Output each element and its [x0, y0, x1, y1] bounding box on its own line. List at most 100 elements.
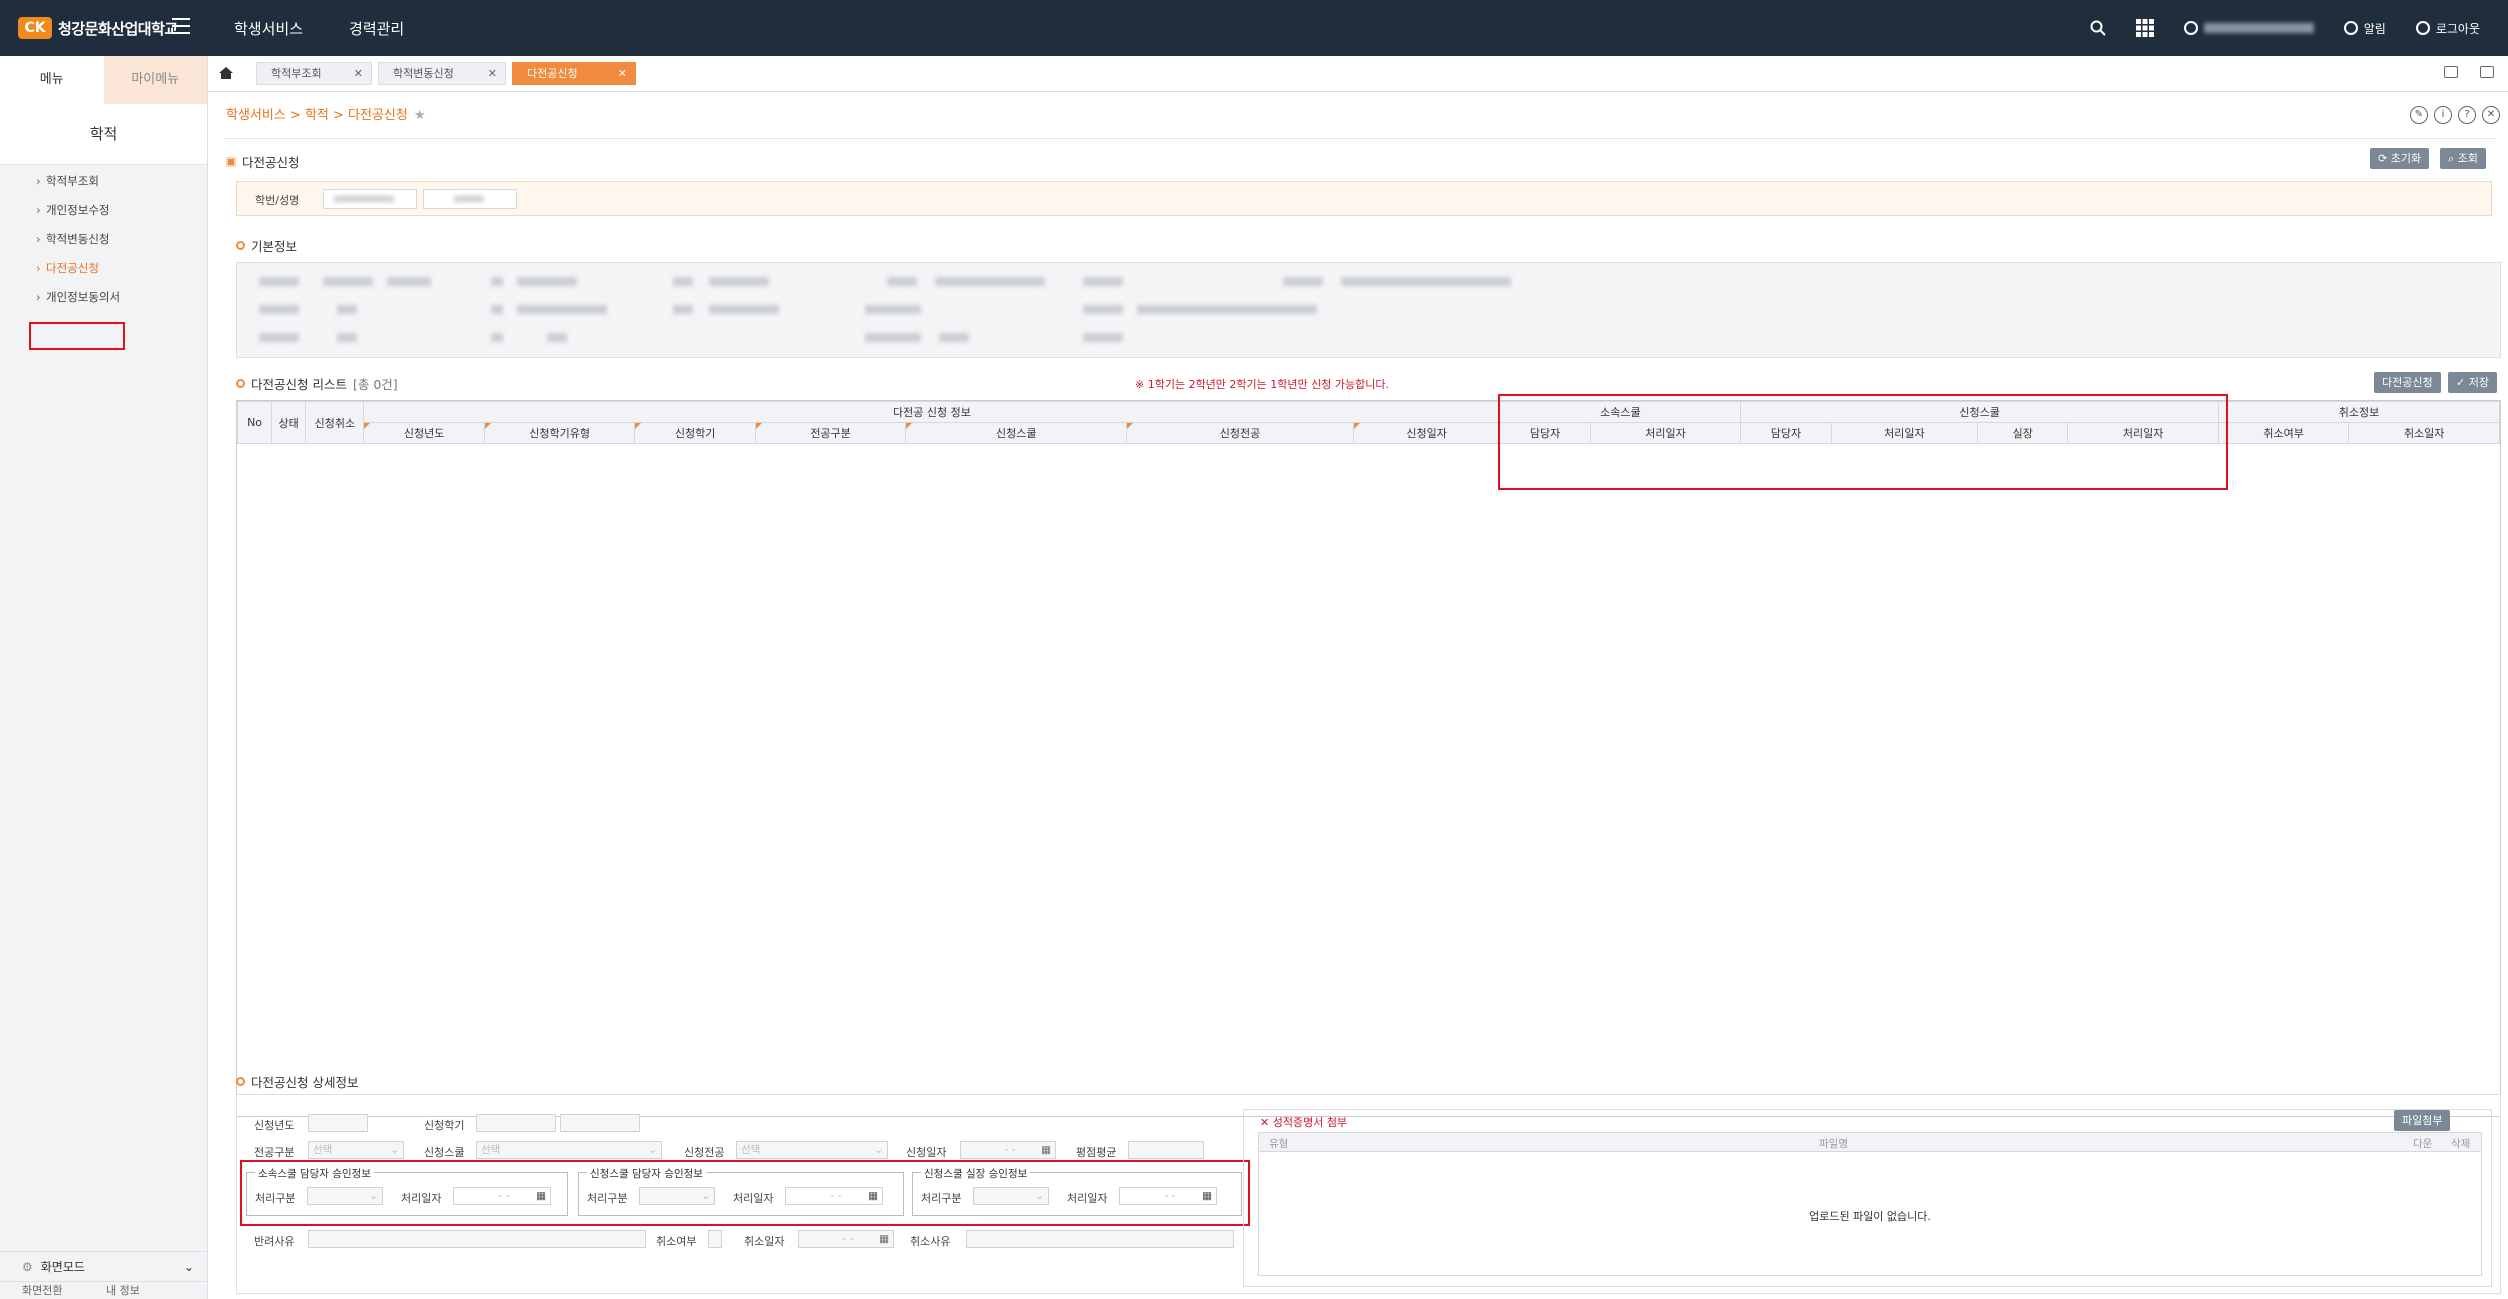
semester-field[interactable]	[560, 1114, 640, 1132]
redacted-label	[865, 333, 921, 342]
screen-switch-label[interactable]: 화면전환	[22, 1284, 62, 1297]
sidebar-item-personal-edit[interactable]: 개인정보수정	[0, 196, 207, 225]
highlight-approval-columns	[1498, 394, 2228, 490]
redacted-label	[865, 305, 921, 314]
tab-record-view[interactable]: 학적부조회 ✕	[256, 62, 372, 85]
university-name: 청강문화산업대학교	[58, 19, 178, 38]
edit-icon[interactable]: ✎	[2410, 106, 2428, 124]
student-id-input[interactable]	[323, 189, 417, 209]
apply-date-input[interactable]: - - ▦	[960, 1141, 1056, 1159]
col-semester[interactable]: 신청학기	[634, 422, 756, 444]
redacted-value	[334, 196, 394, 202]
window-close-icon[interactable]	[2480, 66, 2494, 78]
search-button[interactable]: ⌕ 조회	[2440, 148, 2486, 169]
redacted-label	[491, 305, 503, 314]
logout-button[interactable]: 로그아웃	[2415, 20, 2480, 37]
student-name-input[interactable]	[423, 189, 517, 209]
nav-student-service[interactable]: 학생서비스	[234, 18, 303, 39]
info-icon[interactable]: i	[2434, 106, 2452, 124]
nav-career[interactable]: 경력관리	[349, 18, 404, 39]
list-count: [총 0건]	[352, 377, 398, 392]
save-button[interactable]: ✓ 저장	[2448, 372, 2497, 393]
reset-button[interactable]: ⟳ 초기화	[2370, 148, 2430, 169]
detail-title: 다전공신청 상세정보	[236, 1072, 358, 1091]
basic-info-title: 기본정보	[236, 236, 297, 255]
redacted-value	[939, 333, 969, 342]
year-label: 신청년도	[254, 1119, 295, 1132]
alarm-label: 알림	[2363, 21, 2386, 36]
date-label: 신청일자	[906, 1146, 947, 1159]
col-cancel-date[interactable]: 취소일자	[2348, 422, 2500, 444]
select-placeholder: 선택	[741, 1144, 761, 1156]
reset-button-label: 초기화	[2390, 152, 2422, 165]
group-cancel-info: 취소정보	[2217, 401, 2501, 423]
year-stepper[interactable]	[308, 1114, 368, 1132]
tab-my-menu[interactable]: 마이메뉴	[103, 56, 207, 104]
sidebar-item-status-change[interactable]: 학적변동신청	[0, 225, 207, 254]
file-attach-button[interactable]: 파일첨부	[2394, 1110, 2451, 1131]
screen-mode-label: 화면모드	[40, 1260, 85, 1274]
semester-type-field[interactable]	[476, 1114, 556, 1132]
redacted-value	[709, 277, 769, 286]
hamburger-menu-icon[interactable]	[172, 18, 190, 34]
window-icon[interactable]	[2444, 66, 2458, 78]
col-cancel-yn[interactable]: 취소여부	[2217, 422, 2350, 444]
tab-menu[interactable]: 메뉴	[0, 56, 104, 104]
bullet-icon	[236, 241, 245, 250]
col-cancel[interactable]: 신청취소	[305, 401, 365, 444]
sidebar-menu-list: 학적부조회 개인정보수정 학적변동신청 다전공신청 개인정보동의서	[0, 164, 207, 312]
apps-grid-icon[interactable]	[2135, 19, 2154, 37]
col-no[interactable]: No	[236, 401, 273, 444]
my-info-label[interactable]: 내 정보	[106, 1284, 140, 1297]
page-tools: ✎ i ? ✕	[2410, 106, 2500, 124]
logo-mark: CK	[18, 17, 52, 39]
sidebar-highlight-box	[29, 322, 125, 350]
tab-multi-major[interactable]: 다전공신청 ✕	[512, 62, 636, 85]
col-apply-date[interactable]: 신청일자	[1352, 422, 1501, 444]
sidebar-item-consent[interactable]: 개인정보동의서	[0, 283, 207, 312]
search-icon[interactable]	[2090, 20, 2106, 36]
calendar-icon[interactable]: ▦	[879, 1231, 889, 1247]
favorite-star-icon[interactable]: ★	[414, 108, 426, 123]
school-label: 신청스쿨	[424, 1146, 465, 1159]
multi-major-apply-button[interactable]: 다전공신청	[2374, 372, 2441, 393]
school-select[interactable]: 선택 ⌄	[476, 1141, 662, 1159]
tab-status-change[interactable]: 학적변동신청 ✕	[378, 62, 506, 85]
bullet-icon	[236, 379, 245, 388]
col-apply-year[interactable]: 신청년도	[363, 422, 485, 444]
col-download: 다운	[2413, 1138, 2433, 1150]
calendar-icon[interactable]: ▦	[1041, 1142, 1051, 1158]
major-type-select[interactable]: 선택 ⌄	[308, 1141, 404, 1159]
close-icon[interactable]: ✕	[488, 63, 497, 84]
tab-bar-tools	[2444, 66, 2494, 78]
col-semester-type[interactable]: 신청학기유형	[483, 422, 636, 444]
col-apply-school[interactable]: 신청스쿨	[905, 422, 1128, 444]
list-title: 다전공신청 리스트 [총 0건]	[236, 374, 398, 393]
col-major-type[interactable]: 전공구분	[754, 422, 907, 444]
redacted-value	[337, 333, 357, 342]
close-icon[interactable]: ✕	[618, 63, 627, 84]
screen-mode-toggle[interactable]: ⚙ 화면모드 ⌄	[0, 1251, 208, 1281]
alarm-button[interactable]: 알림	[2343, 20, 2386, 37]
redacted-label	[1283, 277, 1323, 286]
divider	[224, 138, 2496, 139]
home-icon[interactable]	[218, 65, 234, 81]
sidebar-item-multi-major[interactable]: 다전공신청	[0, 254, 207, 283]
cancel-checkbox[interactable]	[708, 1230, 722, 1248]
col-apply-major[interactable]: 신청전공	[1126, 422, 1354, 444]
help-icon[interactable]: ?	[2458, 106, 2476, 124]
sidebar-item-record-view[interactable]: 학적부조회	[0, 167, 207, 196]
university-logo[interactable]: CK 청강문화산업대학교	[18, 17, 178, 39]
cancel-date-input[interactable]: - - ▦	[798, 1230, 894, 1248]
select-placeholder: 선택	[313, 1144, 333, 1156]
col-delete: 삭제	[2451, 1138, 2471, 1150]
user-profile[interactable]	[2183, 21, 2314, 35]
major-select[interactable]: 선택 ⌄	[736, 1141, 888, 1159]
search-button-label: 조회	[2457, 152, 2478, 165]
col-status[interactable]: 상태	[271, 401, 307, 444]
redacted-value	[1137, 305, 1317, 314]
close-icon[interactable]: ✕	[354, 63, 363, 84]
redacted-label	[259, 277, 299, 286]
redacted-label	[1083, 333, 1123, 342]
close-page-icon[interactable]: ✕	[2482, 106, 2500, 124]
